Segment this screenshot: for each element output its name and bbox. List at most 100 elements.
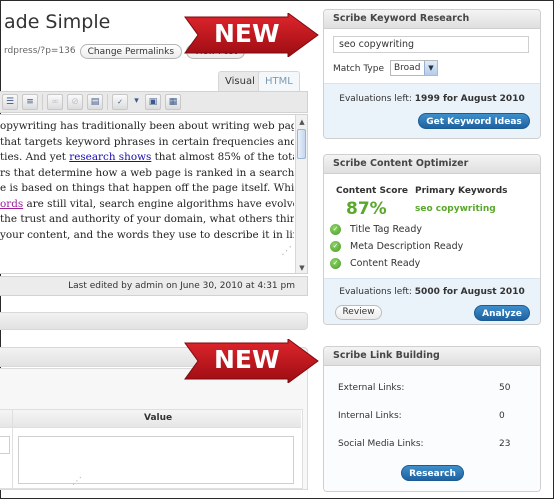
editor-line[interactable]: ties. And yet research shows that almost… [0,150,294,166]
custom-field-name-input[interactable] [0,436,10,454]
keyword-research-title[interactable]: Scribe Keyword Research [324,10,540,29]
link-stat-row: Internal Links: 0 [338,411,528,421]
insert-link-icon[interactable]: ∞ [47,94,63,110]
editor-scrollbar[interactable]: ▲ ▼ [295,115,307,273]
analyze-button[interactable]: Analyze [474,305,530,321]
evaluations-label: Evaluations left: [339,94,412,104]
post-content-editor[interactable]: opywriting has traditionally been about … [0,114,308,274]
change-permalinks-button[interactable]: Change Permalinks [79,43,183,59]
match-type-label: Match Type [333,64,384,74]
editor-line[interactable]: the trust and authority of your domain, … [0,212,294,228]
link-stat-value: 0 [499,411,505,421]
link-stat-row: Social Media Links: 23 [338,439,528,449]
value-column-header: Value [144,413,173,423]
check-item-label: Content Ready [350,257,421,269]
spellcheck-icon[interactable]: ✓ [112,94,128,110]
editor-text-segment: the trust and authority of your domain, … [0,213,294,225]
new-callout-arrow: NEW [184,339,319,383]
tab-html[interactable]: HTML [258,71,300,91]
toolbar-separator [42,94,43,110]
primary-keyword-value: seo copywriting [415,204,496,214]
keyword-research-footer: Evaluations left: 1999 for August 2010 G… [324,83,540,138]
resize-grip-icon[interactable]: ⋰ [72,476,82,487]
toolbar-separator [107,94,108,110]
editor-line[interactable]: opywriting has traditionally been about … [0,119,294,135]
kitchen-sink-icon[interactable]: ▦ [165,94,181,110]
custom-fields-table-header: Value [0,410,301,428]
match-type-select[interactable]: Broad ▼ [390,60,438,76]
link-stat-label: Internal Links: [338,411,402,421]
numbered-list-icon[interactable]: ≡ [22,94,38,110]
link-stat-label: Social Media Links: [338,439,424,449]
get-keyword-ideas-button[interactable]: Get Keyword Ideas [418,113,530,129]
editor-line[interactable]: your content, and the words they use to … [0,228,294,244]
link-building-box: Scribe Link Building External Links: 50 … [323,346,541,492]
primary-keywords-label: Primary Keywords [415,186,508,196]
bullet-list-icon[interactable]: ☰ [2,94,18,110]
editor-text-segment: rs that determine how a web page is rank… [0,166,294,179]
content-score-value: 87% [346,199,387,219]
check-circle-icon: ✓ [330,257,341,269]
fullscreen-icon[interactable]: ▣ [145,94,161,110]
content-optimizer-box: Scribe Content Optimizer Content Score P… [323,154,541,325]
link-building-title[interactable]: Scribe Link Building [324,347,540,366]
link-stat-label: External Links: [338,383,405,393]
editor-text-segment: that targets keyword phrases in certain … [0,135,294,148]
content-optimizer-title[interactable]: Scribe Content Optimizer [324,155,540,174]
link-stat-value: 50 [499,383,511,393]
research-button[interactable]: Research [401,465,464,481]
check-item: ✓ Meta Description Ready [330,239,463,253]
collapsed-metabox-header[interactable] [0,312,308,330]
editor-line[interactable]: ords are still vital, search engine algo… [0,197,294,213]
check-item: ✓ Title Tag Ready [330,222,422,236]
editor-text-segment: that almost 85% of the total [151,151,294,163]
editor-text-segment: e is based on things that happen off the… [0,182,294,194]
check-item-label: Meta Description Ready [350,240,464,252]
more-tag-icon[interactable]: ▤ [87,94,103,110]
scroll-up-arrow-icon[interactable]: ▲ [297,117,307,127]
link-stat-row: External Links: 50 [338,383,528,393]
editor-line[interactable]: e is based on things that happen off the… [0,181,294,197]
review-button[interactable]: Review [335,305,382,320]
tab-visual[interactable]: Visual [218,71,262,91]
unlink-icon[interactable]: ⊘ [67,94,83,110]
chevron-down-icon[interactable]: ▼ [424,61,437,75]
resize-grip-icon[interactable]: ⋰ [281,244,292,257]
column-divider [12,410,13,488]
editor-text-segment: ties. And yet [0,151,70,163]
keyword-input[interactable]: seo copywriting [333,36,529,53]
scrollbar-thumb[interactable] [297,129,306,159]
custom-fields-panel: Value ⋰ [0,368,308,490]
research-shows-link[interactable]: research shows [69,151,151,163]
editor-text-segment: opywriting has traditionally been about … [0,120,294,132]
evaluations-label: Evaluations left: [339,287,412,297]
new-label: NEW [214,19,280,48]
scroll-down-arrow-icon[interactable]: ▼ [297,263,307,273]
keyword-research-box: Scribe Keyword Research seo copywriting … [323,9,541,139]
editor-line[interactable]: that targets keyword phrases in certain … [0,135,294,151]
post-title[interactable]: ade Simple [4,11,110,33]
post-content-text[interactable]: opywriting has traditionally been about … [0,119,294,243]
custom-field-value-input[interactable] [18,436,294,484]
keyword-evaluations-left: Evaluations left: 1999 for August 2010 [324,94,540,104]
optimizer-evaluations-left: Evaluations left: 5000 for August 2010 [324,287,540,297]
permalink-url[interactable]: rdpress/?p=136 [4,46,76,56]
check-item: ✓ Content Ready [330,256,420,270]
editor-text-segment: your content, and the words they use to … [0,228,294,241]
evaluations-value: 5000 for August 2010 [414,287,525,297]
match-type-value: Broad [394,63,421,73]
link-stat-value: 23 [499,439,511,449]
check-item-label: Title Tag Ready [350,223,422,235]
editor-toolbar: ☰ ≡ ∞ ⊘ ▤ ✓ ▾ ▣ ▦ [0,91,308,113]
custom-fields-table: Value ⋰ [0,409,303,489]
editor-text-segment: are still vital, search engine algorithm… [23,197,294,210]
check-circle-icon: ✓ [330,240,341,252]
spellcheck-dropdown-icon[interactable]: ▾ [132,94,141,110]
new-callout-arrow: NEW [184,13,319,57]
editor-line[interactable]: rs that determine how a web page is rank… [0,166,294,182]
last-edited-status: Last edited by admin on June 30, 2010 at… [0,276,308,296]
content-score-label: Content Score [336,186,408,196]
keywords-link[interactable]: ords [0,198,23,210]
link-building-body: External Links: 50 Internal Links: 0 Soc… [324,366,540,491]
check-circle-icon: ✓ [330,223,341,235]
